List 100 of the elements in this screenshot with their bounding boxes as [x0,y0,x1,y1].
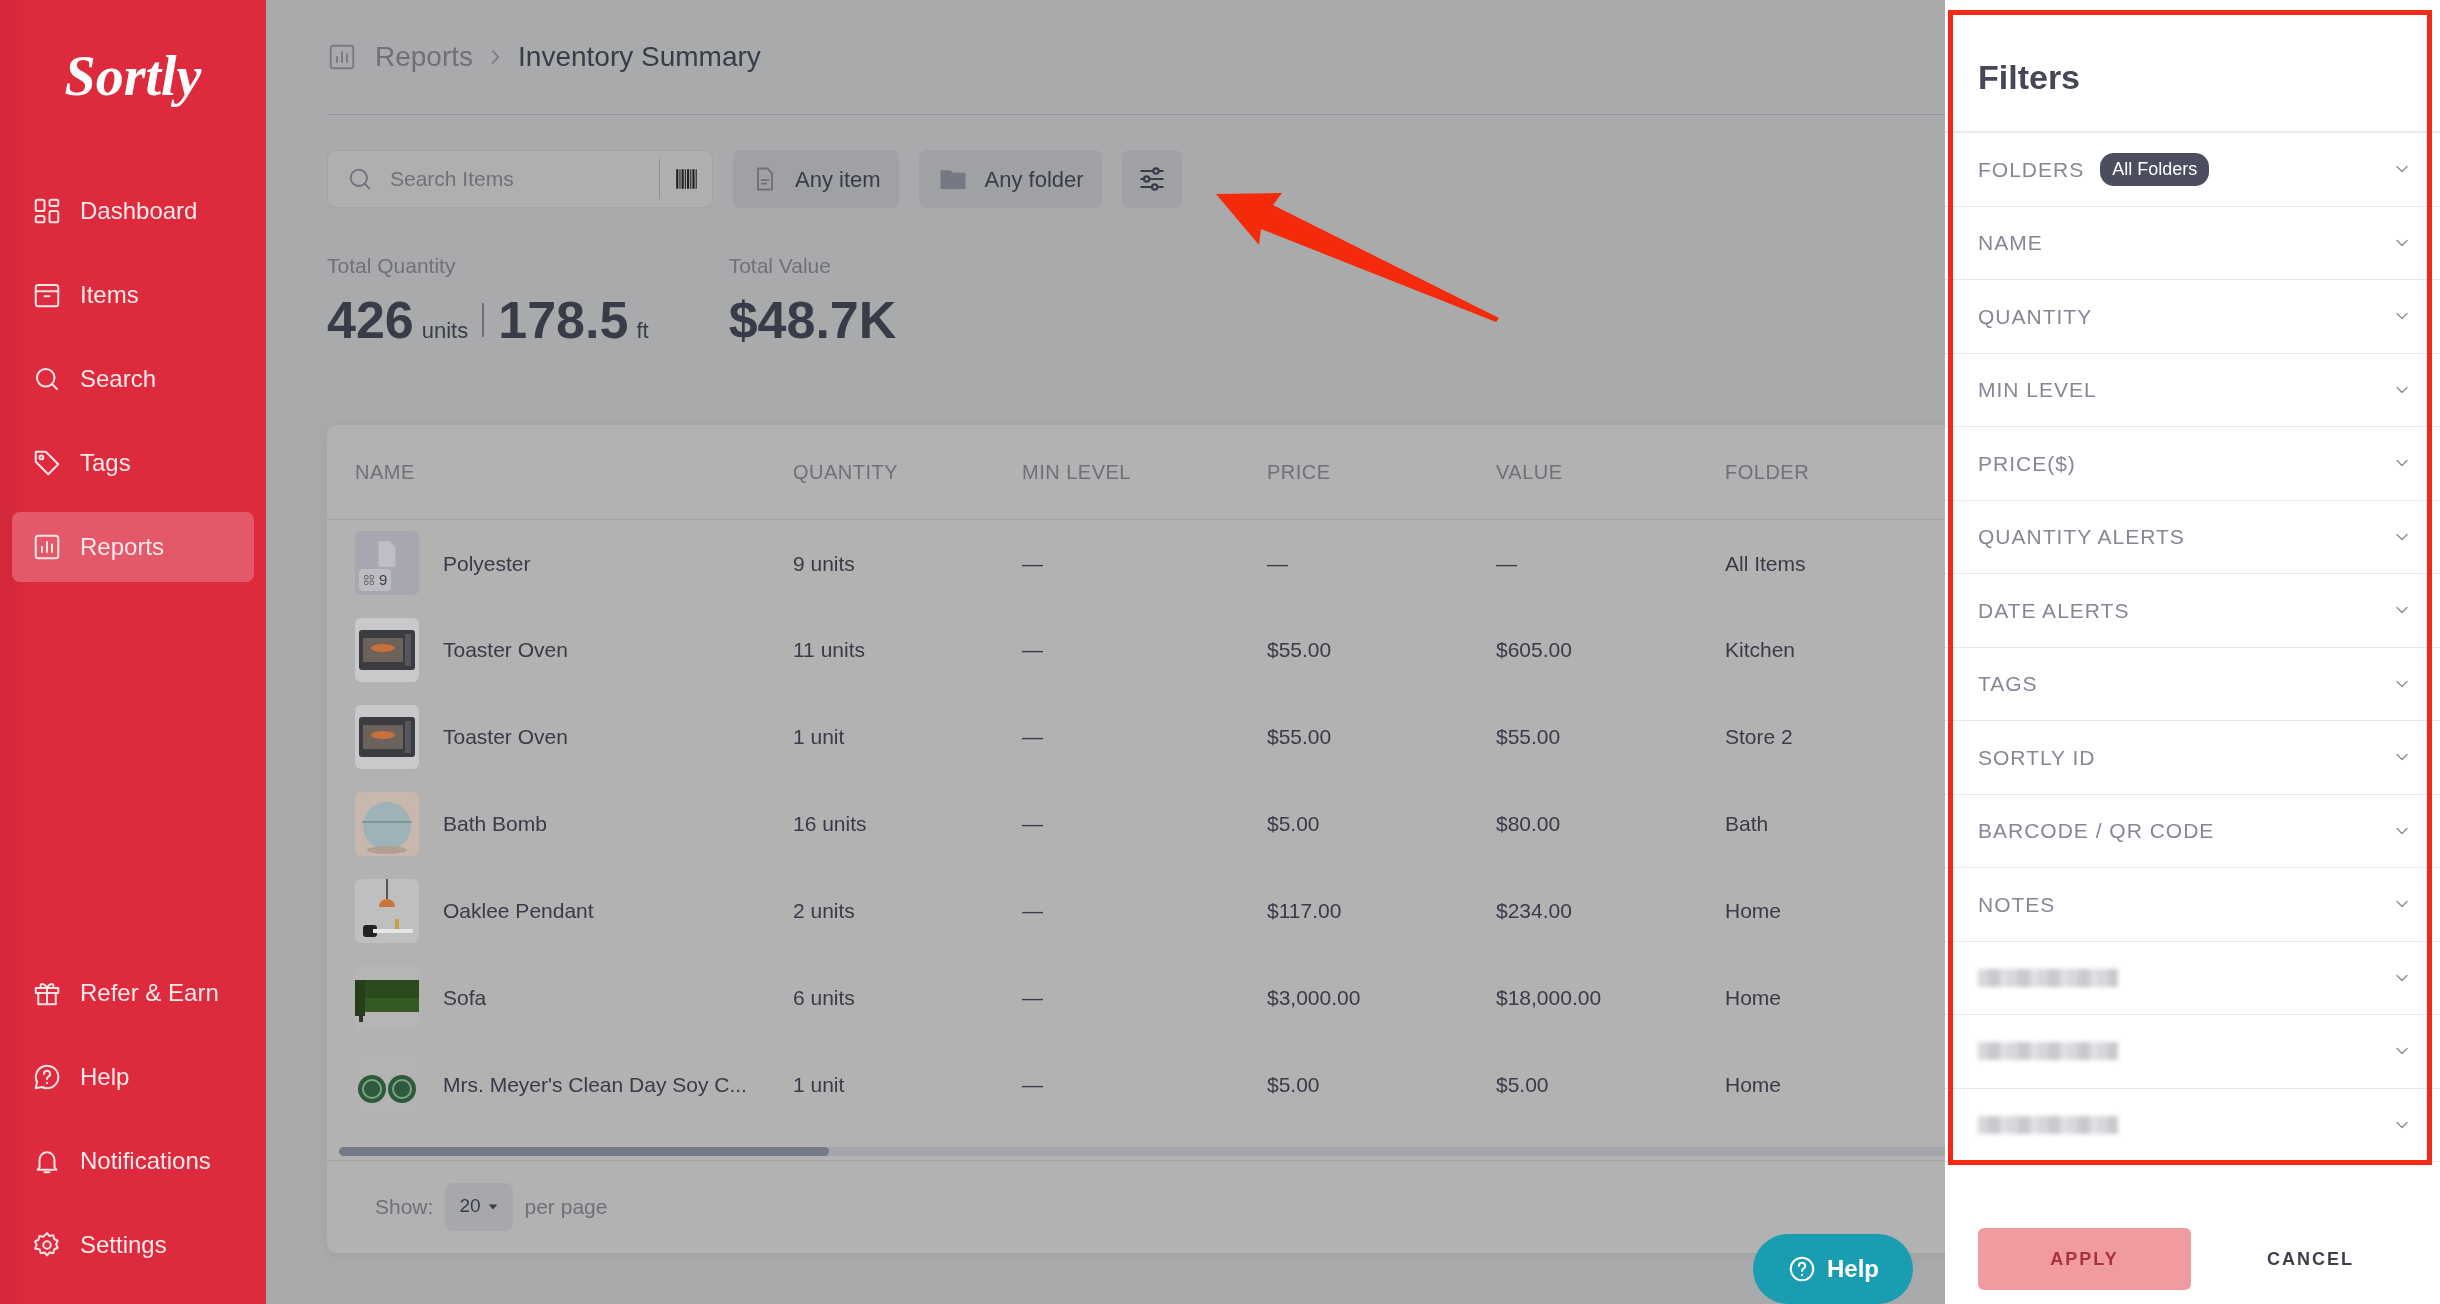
filter-row[interactable]: BARCODE / QR CODE [1945,794,2440,868]
table-cell: 9 units [793,551,855,575]
item-name[interactable]: Toaster Oven [443,721,568,753]
table-cell: — [1496,551,1517,575]
filter-label: NOTES [1978,891,2056,918]
per-page-label: per page [524,1193,608,1220]
filter-label: NAME [1978,230,2043,256]
table-cell: $234.00 [1496,899,1572,923]
item-name[interactable]: Toaster Oven [443,634,568,666]
total-quantity: 426 [327,291,414,349]
item-filter-button[interactable]: Any item [733,150,899,208]
chart-icon [327,42,357,72]
chevron-icon [491,50,501,64]
filter-row[interactable]: NOTES [1945,868,2440,942]
table-cell: $55.00 [1267,638,1332,662]
table-cell: — [1022,725,1043,749]
item-name[interactable]: Oaklee Pendant [443,895,594,927]
filter-label: QUANTITY [1978,303,2093,330]
column-header[interactable]: VALUE [1496,460,1563,483]
table-cell: — [1022,986,1043,1010]
table-cell: — [1022,638,1043,662]
table-cell: Home [1725,986,1782,1010]
table-cell: 1 unit [793,725,845,749]
sidebar-item[interactable]: Reports [12,512,254,582]
help-icon [1787,1254,1817,1284]
table-cell: 11 units [793,638,865,662]
table-cell: $55.00 [1267,725,1332,749]
table-cell: Home [1725,1073,1782,1097]
panel-title: Filters [1945,0,2440,133]
sidebar-item[interactable]: Notifications [12,1126,254,1196]
chart-icon [32,532,62,562]
table-cell: — [1022,812,1043,836]
table-cell: $5.00 [1267,812,1320,836]
column-header[interactable]: MIN LEVEL [1022,460,1131,483]
filter-row[interactable]: QUANTITY ALERTS [1945,500,2440,574]
help-icon [32,1062,62,1092]
table-cell: Store 2 [1725,725,1793,749]
sidebar-item[interactable]: Dashboard [12,176,254,246]
help-button[interactable]: Help [1753,1234,1913,1304]
table-cell: $5.00 [1496,1073,1549,1097]
table-cell: $55.00 [1496,725,1561,749]
table-cell: $80.00 [1496,812,1561,836]
cancel-button[interactable]: CANCEL [2261,1244,2360,1274]
table-cell: Kitchen [1725,638,1796,662]
barcode-icon[interactable] [674,166,700,192]
table-cell: $18,000.00 [1496,986,1602,1010]
total-length: 178.5 [498,291,629,349]
sidebar-item[interactable]: Refer & Earn [12,958,254,1028]
table-cell: — [1022,1073,1043,1097]
search-input[interactable]: Search Items [388,162,645,196]
column-header[interactable]: FOLDER [1725,460,1810,483]
filter-row[interactable]: FOLDERS All Folders [1945,133,2440,207]
table-cell: All Items [1725,551,1806,575]
table-cell: — [1022,899,1043,923]
table-cell: — [1267,551,1288,575]
table-cell: 16 units [793,812,867,836]
search-field[interactable]: Search Items [327,150,713,208]
sidebar-item[interactable]: Search [12,344,254,414]
count-text: 9 [379,569,388,590]
filter-row[interactable]: SORTLY ID [1945,721,2440,795]
show-label: Show: [375,1193,434,1220]
filter-button[interactable] [1121,150,1182,208]
table-cell: $5.00 [1267,1073,1320,1097]
table-cell: $117.00 [1267,899,1342,923]
filter-label: SORTLY ID [1978,744,2096,771]
filter-row[interactable]: TAGS [1945,647,2440,721]
tag-icon [32,448,62,478]
column-header[interactable]: QUANTITY [793,460,899,483]
table-cell: Bath [1725,812,1769,836]
item-name[interactable]: Polyester [443,547,531,580]
page-size-select[interactable]: 20 [445,1182,513,1231]
table-cell: 1 unit [793,1073,845,1097]
sidebar-item[interactable]: Settings [12,1210,254,1280]
table-cell: — [1022,551,1043,575]
filter-row[interactable]: QUANTITY [1945,280,2440,354]
unit-label: units [421,318,469,343]
filter-row[interactable]: NAME [1945,206,2440,280]
filter-row[interactable]: MIN LEVEL [1945,353,2440,427]
item-name[interactable]: Mrs. Meyer's Clean Day Soy C... [443,1069,747,1101]
sidebar-item[interactable]: Help [12,1042,254,1112]
sidebar-item[interactable]: Items [12,260,254,330]
scrollbar-thumb[interactable] [339,1146,829,1156]
filter-label: QUANTITY ALERTS [1978,524,2185,550]
column-header[interactable]: PRICE [1267,460,1331,483]
filter-label: FOLDERS [1978,156,2085,183]
breadcrumb-item[interactable]: Reports [375,36,474,78]
column-header[interactable]: NAME [355,460,415,483]
total-value-label: Total Value [728,253,832,279]
filter-row[interactable]: DATE ALERTS [1945,574,2440,648]
unit-label: ft [636,318,649,343]
table-cell: $605.00 [1496,638,1572,662]
item-name[interactable]: Bath Bomb [443,808,547,840]
item-name[interactable]: Sofa [443,982,487,1014]
folder-filter-button[interactable]: Any folder [918,150,1102,208]
filter-row[interactable]: PRICE($) [1945,427,2440,501]
sidebar-item[interactable]: Tags [12,428,254,498]
filter-label: PRICE($) [1978,450,2076,477]
table-cell: $3,000.00 [1267,986,1361,1010]
table-cell: 6 units [793,986,855,1010]
total-quantity-label: Total Quantity [327,253,457,279]
